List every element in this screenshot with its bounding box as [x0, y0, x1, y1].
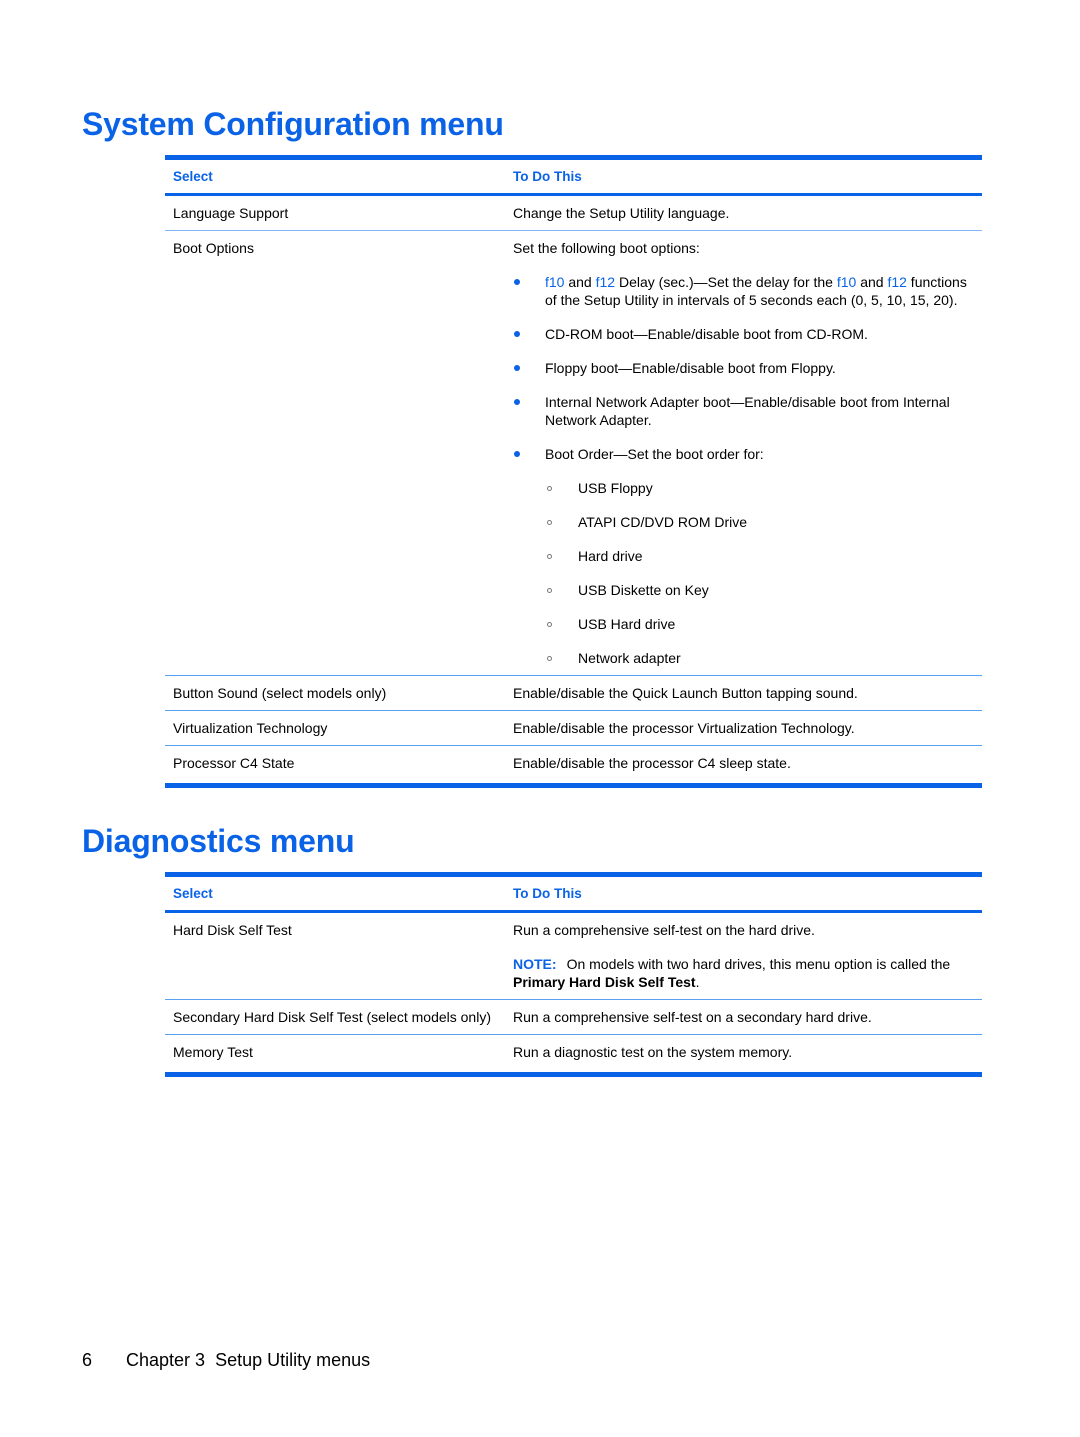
cell-select: Boot Options — [173, 240, 254, 256]
note-end: . — [695, 974, 700, 990]
circle-bullet-icon — [547, 520, 552, 525]
list-item-text: CD-ROM boot—Enable/disable boot from CD-… — [545, 326, 868, 342]
system-configuration-title: System Configuration menu — [82, 106, 504, 142]
circle-bullet-icon — [547, 554, 552, 559]
boot-order-item: Network adapter — [545, 649, 982, 667]
note-text: On models with two hard drives, this men… — [566, 956, 951, 972]
table-bottom-rule — [165, 783, 982, 788]
table-row-processor-c4: Processor C4 State Enable/disable the pr… — [165, 746, 982, 780]
table-header: Select To Do This — [165, 160, 982, 193]
text: and — [856, 274, 888, 290]
cell-select: Button Sound (select models only) — [173, 685, 387, 701]
table-row-button-sound: Button Sound (select models only) Enable… — [165, 676, 982, 710]
note: NOTE: On models with two hard drives, thi… — [513, 955, 982, 991]
cell-todo: Change the Setup Utility language. — [513, 205, 730, 221]
circle-bullet-icon — [547, 656, 552, 661]
list-item-text: Floppy boot—Enable/disable boot from Flo… — [545, 360, 836, 376]
cell-todo: Enable/disable the Quick Launch Button t… — [513, 685, 858, 701]
note-bold: Primary Hard Disk Self Test — [513, 974, 696, 990]
list-item-delay: f10 and f12 Delay (sec.)—Set the delay f… — [513, 273, 982, 309]
table-row-boot-options: Boot Options Set the following boot opti… — [165, 231, 982, 675]
cell-select: Language Support — [173, 205, 289, 221]
cell-todo: Run a comprehensive self-test on the har… — [505, 921, 982, 991]
list-item-floppy-boot: Floppy boot—Enable/disable boot from Flo… — [513, 359, 982, 377]
boot-order-text: Network adapter — [578, 650, 681, 666]
page-footer: 6 Chapter 3 Setup Utility menus — [82, 1350, 370, 1371]
key-f12: f12 — [887, 274, 907, 290]
text: and — [564, 274, 596, 290]
diagnostics-table: Select To Do This Hard Disk Self Test Ru… — [165, 872, 982, 1077]
circle-bullet-icon — [547, 622, 552, 627]
cell-todo: Enable/disable the processor Virtualizat… — [513, 720, 855, 736]
bullet-icon — [514, 279, 520, 285]
cell-todo: Set the following boot options: f10 and … — [505, 239, 982, 667]
key-f10: f10 — [836, 274, 857, 290]
header-select: Select — [173, 886, 213, 901]
boot-options-list: f10 and f12 Delay (sec.)—Set the delay f… — [513, 273, 982, 667]
boot-intro: Set the following boot options: — [513, 240, 700, 256]
list-item-network-boot: Internal Network Adapter boot—Enable/dis… — [513, 393, 982, 429]
table-row-memory-test: Memory Test Run a diagnostic test on the… — [165, 1035, 982, 1069]
cell-select: Hard Disk Self Test — [173, 922, 292, 938]
table-row-secondary-hdd: Secondary Hard Disk Self Test (select mo… — [165, 1000, 982, 1034]
key-f12: f12 — [595, 274, 616, 290]
text: Delay (sec.)—Set the delay for the — [615, 274, 837, 290]
chapter-label: Chapter 3 — [126, 1350, 206, 1370]
bullet-icon — [514, 399, 520, 405]
system-configuration-table: Select To Do This Language Support Chang… — [165, 155, 982, 788]
boot-order-item: ATAPI CD/DVD ROM Drive — [545, 513, 982, 531]
list-item-text: Boot Order—Set the boot order for: — [545, 446, 764, 462]
chapter-title: Setup Utility menus — [215, 1350, 371, 1370]
cell-todo: Run a diagnostic test on the system memo… — [513, 1044, 793, 1060]
header-select: Select — [173, 169, 213, 184]
list-item-cdrom-boot: CD-ROM boot—Enable/disable boot from CD-… — [513, 325, 982, 343]
boot-order-text: USB Hard drive — [578, 616, 676, 632]
header-todo: To Do This — [513, 886, 582, 901]
key-f10: f10 — [545, 274, 565, 290]
page-number: 6 — [82, 1350, 93, 1370]
bullet-icon — [514, 451, 520, 457]
table-row-language-support: Language Support Change the Setup Utilit… — [165, 196, 982, 230]
cell-todo: Run a comprehensive self-test on a secon… — [513, 1009, 872, 1025]
boot-order-text: USB Diskette on Key — [578, 582, 709, 598]
table-row-virtualization: Virtualization Technology Enable/disable… — [165, 711, 982, 745]
boot-order-text: USB Floppy — [578, 480, 653, 496]
note-label: NOTE: — [513, 956, 557, 972]
boot-order-item: USB Hard drive — [545, 615, 982, 633]
circle-bullet-icon — [547, 486, 552, 491]
bullet-icon — [514, 331, 520, 337]
boot-order-text: ATAPI CD/DVD ROM Drive — [578, 514, 748, 530]
header-todo: To Do This — [513, 169, 582, 184]
boot-order-text: Hard drive — [578, 548, 643, 564]
diagnostics-title: Diagnostics menu — [82, 823, 355, 859]
circle-bullet-icon — [547, 588, 552, 593]
bullet-icon — [514, 365, 520, 371]
boot-order-item: USB Diskette on Key — [545, 581, 982, 599]
boot-order-item: Hard drive — [545, 547, 982, 565]
hdd-description: Run a comprehensive self-test on the har… — [513, 922, 815, 938]
cell-todo: Enable/disable the processor C4 sleep st… — [513, 755, 791, 771]
table-row-hard-disk-self-test: Hard Disk Self Test Run a comprehensive … — [165, 913, 982, 999]
list-item-text: Internal Network Adapter boot—Enable/dis… — [545, 394, 950, 428]
cell-select: Secondary Hard Disk Self Test (select mo… — [173, 1009, 491, 1025]
boot-order-list: USB Floppy ATAPI CD/DVD ROM Drive Hard d… — [545, 479, 982, 667]
table-header: Select To Do This — [165, 877, 982, 910]
cell-select: Memory Test — [173, 1044, 253, 1060]
cell-select: Virtualization Technology — [173, 720, 328, 736]
table-bottom-rule — [165, 1072, 982, 1077]
cell-select: Processor C4 State — [173, 755, 295, 771]
list-item-boot-order: Boot Order—Set the boot order for: USB F… — [513, 445, 982, 667]
boot-order-item: USB Floppy — [545, 479, 982, 497]
